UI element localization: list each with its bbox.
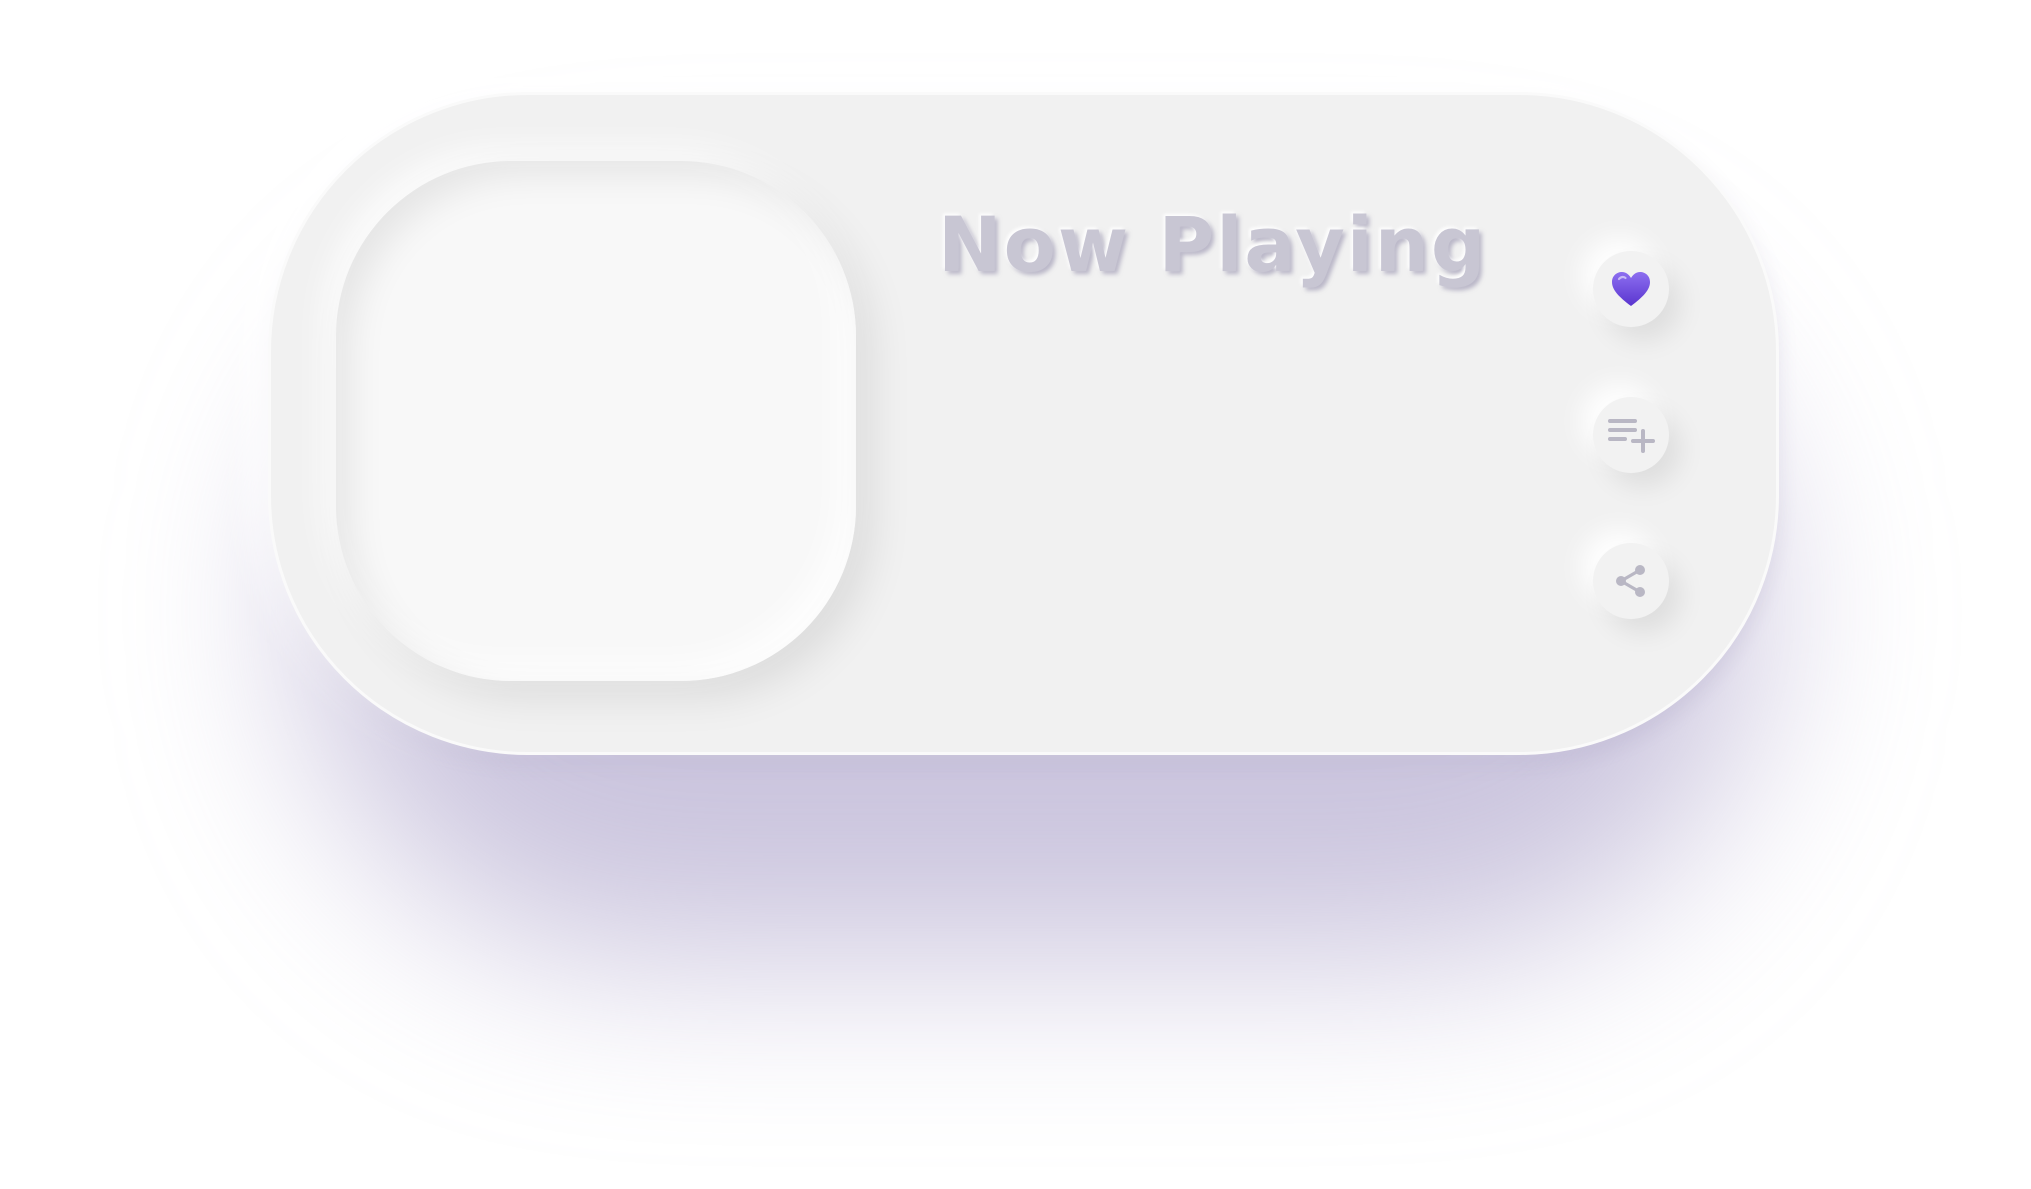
- album-artwork-placeholder: [336, 161, 856, 681]
- add-to-playlist-button[interactable]: [1593, 397, 1669, 473]
- heart-icon: [1612, 272, 1650, 306]
- playlist-add-icon: [1608, 419, 1655, 453]
- share-button[interactable]: [1593, 543, 1669, 619]
- favorite-button[interactable]: [1593, 251, 1669, 327]
- share-icon: [1616, 565, 1645, 597]
- player-stage: Now Playing: [0, 0, 2031, 1189]
- now-playing-heading: Now Playing: [938, 200, 1488, 289]
